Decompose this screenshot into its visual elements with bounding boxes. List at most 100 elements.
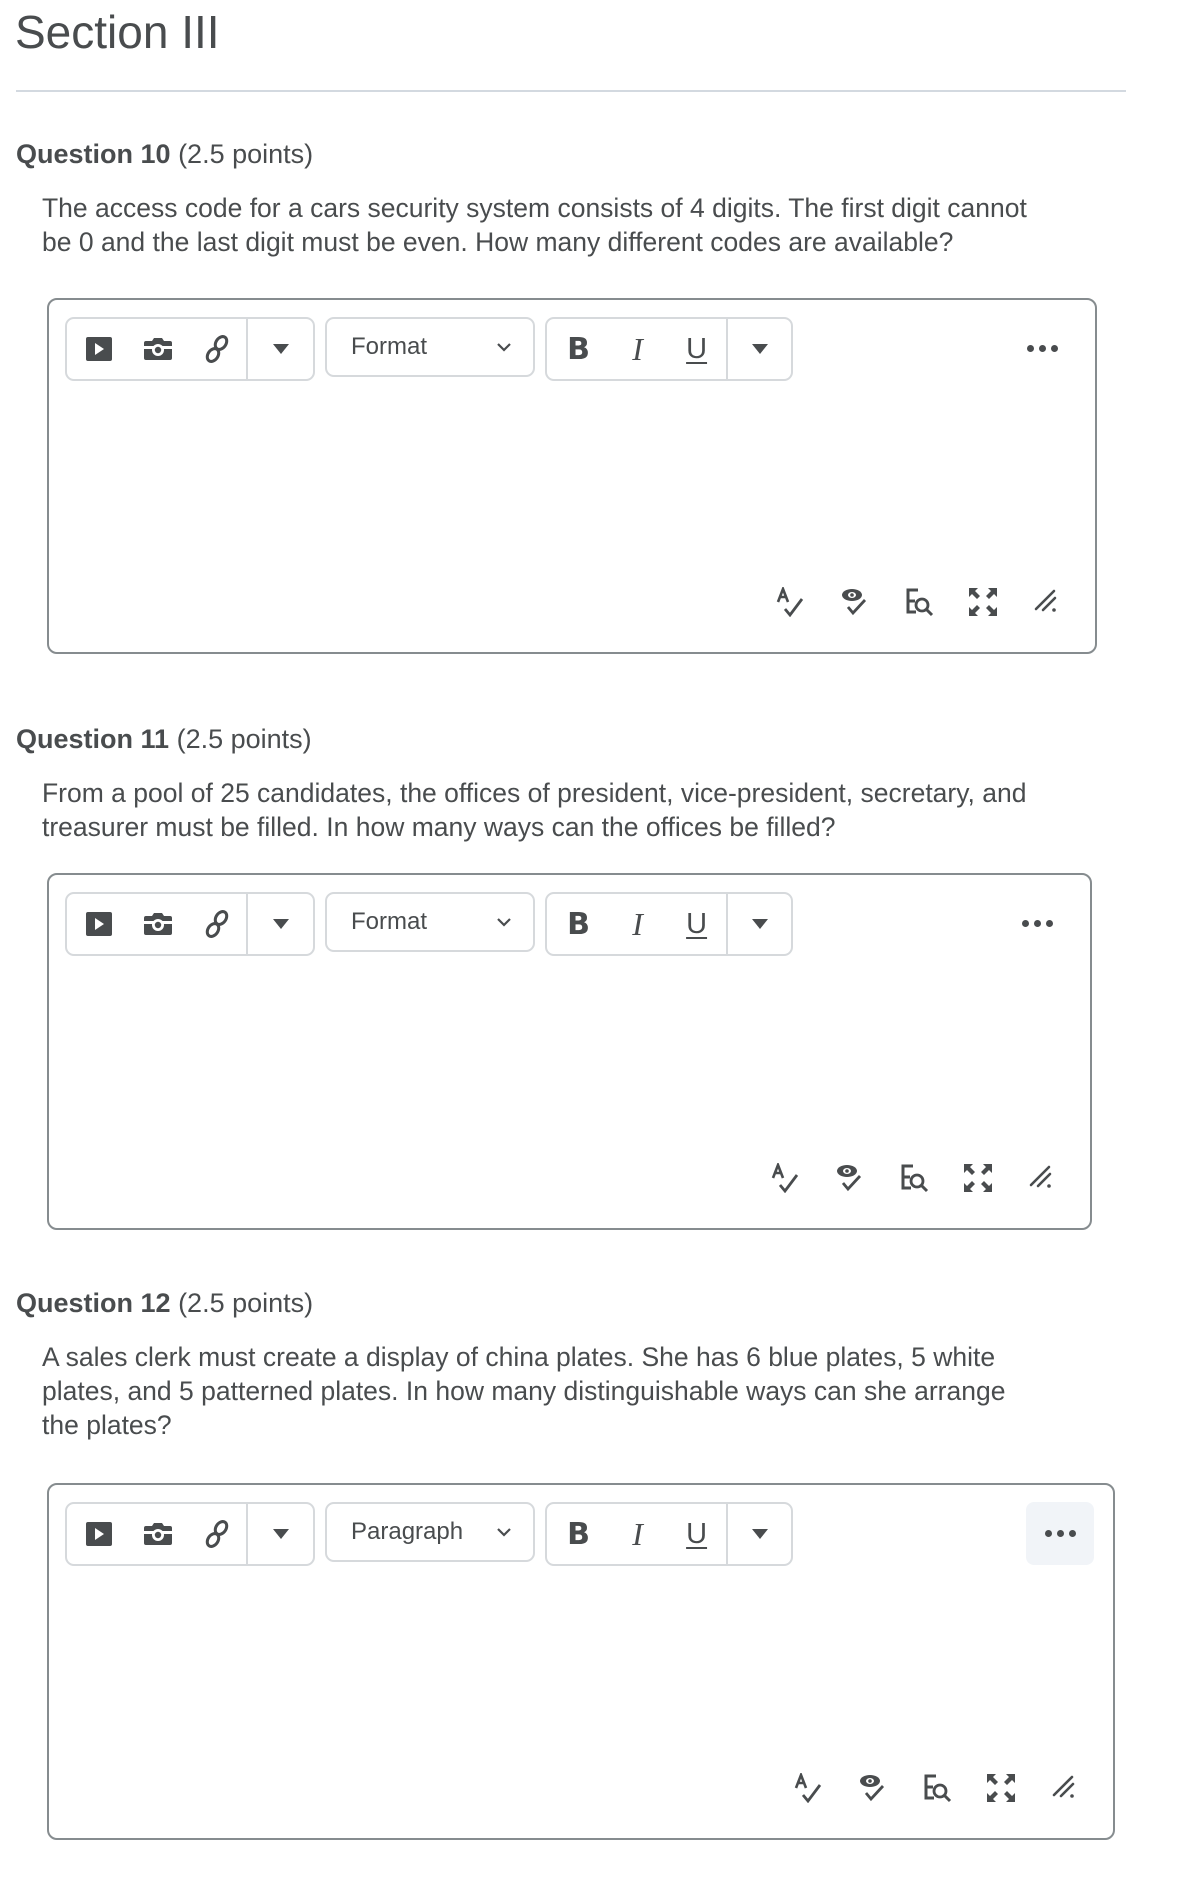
text-style-more-dropdown[interactable] [728,1504,791,1564]
insert-group [65,892,315,956]
insert-video-button[interactable] [69,894,128,954]
question-points: (2.5 points) [178,1288,314,1318]
italic-button[interactable]: I [608,894,667,954]
caret-down-icon [272,344,289,354]
italic-icon: I [632,330,643,367]
ellipsis-dot [1033,920,1041,927]
question-10-answer-editor[interactable]: Format B I U [47,298,1097,654]
video-icon [85,912,112,936]
bold-button[interactable]: B [549,894,608,954]
resize-handle[interactable] [1015,582,1079,622]
insert-group [65,1502,315,1566]
question-number: Question 11 [16,724,170,754]
editor-toolbar: Paragraph B I U [65,1502,793,1566]
fullscreen-icon [987,1774,1015,1802]
insert-link-button[interactable] [187,894,246,954]
accessibility-checker-button[interactable] [818,1158,882,1198]
block-format-select[interactable]: Format [325,317,535,377]
ellipsis-icon [1044,1530,1052,1537]
accessibility-checker-button[interactable] [823,582,887,622]
spellcheck-button[interactable] [759,582,823,622]
find-replace-icon [906,588,934,617]
ellipsis-dot [1068,1530,1076,1537]
more-options-button[interactable] [1008,317,1076,380]
question-text-line: the plates? [42,1410,172,1440]
fullscreen-button[interactable] [969,1768,1033,1808]
fullscreen-icon [964,1164,992,1192]
editor-status-bar [754,1158,1074,1198]
ellipsis-dot [1056,1530,1064,1537]
question-12-answer-editor[interactable]: Paragraph B I U [47,1483,1115,1840]
fullscreen-button[interactable] [946,1158,1010,1198]
bold-icon: B [567,1516,590,1552]
italic-button[interactable]: I [608,1504,667,1564]
insert-image-button[interactable] [128,319,187,379]
underline-button[interactable]: U [667,319,726,379]
resize-handle[interactable] [1010,1158,1074,1198]
insert-more-dropdown[interactable] [248,1504,313,1564]
insert-more-dropdown[interactable] [248,894,313,954]
resize-handle-icon [1034,589,1057,612]
accessibility-check-icon [837,1165,862,1192]
accessibility-check-icon [860,1775,885,1802]
section-title: Section III [15,6,220,58]
block-format-select[interactable]: Format [325,892,535,952]
text-style-more-dropdown[interactable] [728,894,791,954]
insert-video-button[interactable] [69,1504,128,1564]
italic-icon: I [632,905,643,942]
insert-link-button[interactable] [187,1504,246,1564]
underline-button[interactable]: U [667,894,726,954]
ellipsis-dot [1038,345,1046,352]
underline-button[interactable]: U [667,1504,726,1564]
question-points: (2.5 points) [176,724,312,754]
bold-icon: B [567,331,590,367]
resize-handle[interactable] [1033,1768,1097,1808]
block-format-value: Format [351,908,428,935]
insert-image-button[interactable] [128,894,187,954]
camera-icon [143,913,172,935]
camera-icon [143,1523,172,1545]
spellcheck-icon [776,587,804,617]
question-text-line: A sales clerk must create a display of c… [42,1342,996,1372]
find-replace-button[interactable] [905,1768,969,1808]
caret-down-icon [751,344,768,354]
italic-button[interactable]: I [608,319,667,379]
section-divider [16,90,1126,92]
spellcheck-icon [794,1773,822,1803]
insert-image-button[interactable] [128,1504,187,1564]
resize-handle-icon [1029,1165,1052,1188]
bold-button[interactable]: B [549,1504,608,1564]
editor-status-bar [759,582,1079,622]
spellcheck-button[interactable] [777,1768,841,1808]
block-format-select[interactable]: Paragraph [325,1502,535,1562]
question-11-header: Question 11 (2.5 points) [16,722,312,756]
accessibility-checker-button[interactable] [841,1768,905,1808]
caret-down-icon [272,919,289,929]
question-text-line: The access code for a cars security syst… [42,193,1027,223]
fullscreen-icon [969,588,997,616]
question-12-header: Question 12 (2.5 points) [16,1286,313,1320]
find-replace-button[interactable] [882,1158,946,1198]
editor-toolbar: Format B I U [65,892,793,956]
question-11-answer-editor[interactable]: Format B I U [47,873,1092,1230]
link-icon [205,335,228,363]
text-style-group: B I U [545,1502,793,1566]
find-replace-button[interactable] [887,582,951,622]
insert-link-button[interactable] [187,319,246,379]
question-10-text: The access code for a cars security syst… [42,191,1152,259]
ellipsis-dot [1050,345,1058,352]
italic-icon: I [632,1515,643,1552]
find-replace-icon [901,1164,929,1193]
insert-video-button[interactable] [69,319,128,379]
insert-more-dropdown[interactable] [248,319,313,379]
more-options-button[interactable] [1026,1502,1094,1565]
bold-button[interactable]: B [549,319,608,379]
bold-icon: B [567,906,590,942]
caret-down-icon [751,919,768,929]
spellcheck-button[interactable] [754,1158,818,1198]
text-style-more-dropdown[interactable] [728,319,791,379]
more-options-button[interactable] [1003,892,1071,955]
question-number: Question 10 [16,139,171,169]
editor-toolbar: Format B I U [65,317,793,381]
fullscreen-button[interactable] [951,582,1015,622]
